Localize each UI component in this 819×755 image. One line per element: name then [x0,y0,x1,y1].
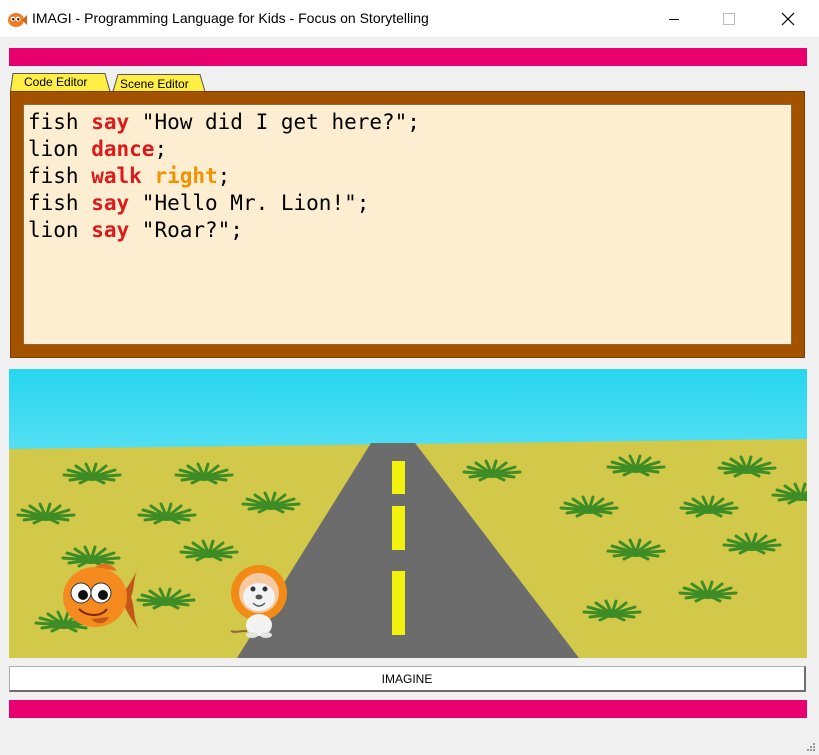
code-line[interactable]: fish say "How did I get here?"; [28,109,787,136]
tab-code-editor[interactable]: Code Editor [24,75,87,89]
scene-view [9,369,807,658]
code-keyword: walk [91,164,142,188]
code-line[interactable]: fish walk right; [28,163,787,190]
fish-icon [8,13,27,27]
code-token: lion [28,137,92,161]
road-stripe [392,571,405,635]
tab-scene-editor[interactable]: Scene Editor [120,77,189,91]
bottom-accent-bar [9,700,807,718]
title-bar: IMAGI - Programming Language for Kids - … [0,0,819,37]
road-stripe [392,506,405,550]
code-line[interactable]: lion say "Roar?"; [28,217,787,244]
code-editor[interactable]: fish say "How did I get here?"; lion danc… [23,104,792,345]
close-icon [781,12,795,25]
road-stripe [392,461,405,494]
code-token: fish [28,110,92,134]
code-line[interactable]: fish say "Hello Mr. Lion!"; [28,190,787,217]
code-keyword: say [91,110,130,134]
maximize-button[interactable] [700,0,758,37]
code-keyword: say [91,191,130,215]
editor-tabs: Code Editor Scene Editor [10,72,310,92]
code-keyword: right [154,164,218,188]
code-token: "Hello Mr. Lion!"; [129,191,370,215]
code-keyword: dance [91,137,155,161]
minimize-button[interactable] [645,0,703,37]
close-button[interactable] [759,0,817,37]
resize-grip-icon[interactable] [806,742,816,752]
code-token: fish [28,164,92,188]
code-token: ; [217,164,231,188]
code-token: fish [28,191,92,215]
scene-canvas [9,369,807,658]
minimize-icon [669,18,679,20]
code-token: lion [28,218,92,242]
maximize-icon [723,12,735,25]
top-accent-bar [9,48,807,66]
code-token: ; [154,137,168,161]
code-token: "Roar?"; [129,218,243,242]
code-line[interactable]: lion dance; [28,136,787,163]
code-editor-frame: fish say "How did I get here?"; lion danc… [10,91,805,358]
code-token: "How did I get here?"; [129,110,420,134]
window-title: IMAGI - Programming Language for Kids - … [32,10,429,26]
code-keyword: say [91,218,130,242]
imagine-button[interactable]: IMAGINE [9,666,806,692]
